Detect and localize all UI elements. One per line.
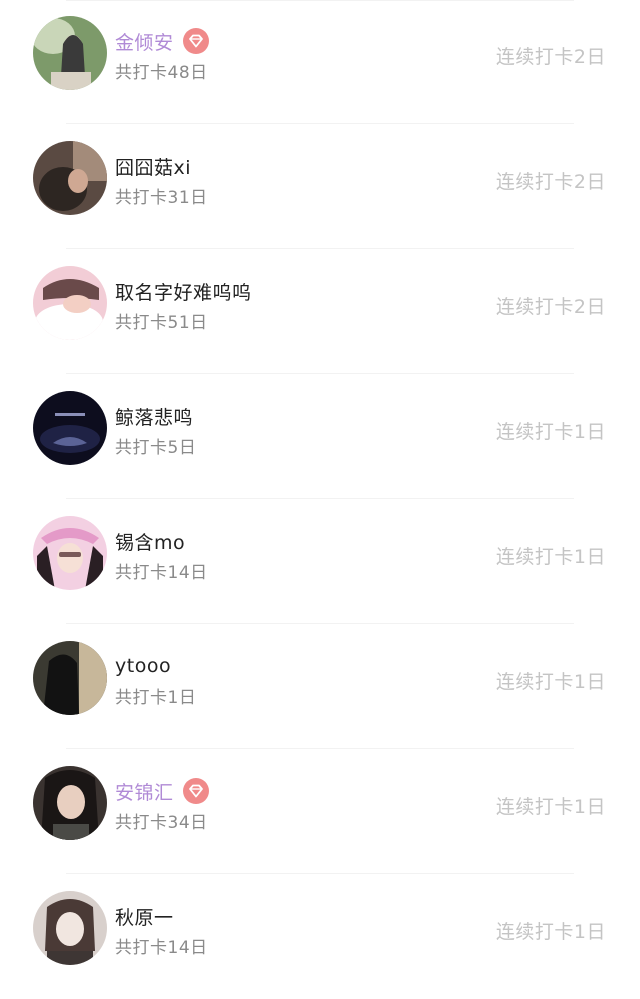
streak-label: 连续打卡2日 xyxy=(495,296,606,318)
avatar[interactable] xyxy=(33,891,107,965)
list-item[interactable]: 秋原一 共打卡14日 连续打卡1日 xyxy=(0,875,640,999)
total-checkin: 共打卡34日 xyxy=(115,813,208,833)
row-divider xyxy=(66,498,574,499)
user-name[interactable]: ytooo xyxy=(115,655,171,677)
list-item[interactable]: 锡含mo 共打卡14日 连续打卡1日 xyxy=(0,500,640,624)
user-name[interactable]: 取名字好难呜呜 xyxy=(115,278,252,305)
diamond-icon xyxy=(182,777,210,805)
avatar-face xyxy=(56,912,84,946)
avatar[interactable] xyxy=(33,391,107,465)
list-item[interactable]: 囧囧菇xi 共打卡31日 连续打卡2日 xyxy=(0,125,640,249)
checkin-list: 金倾安 共打卡48日 连续打卡2日 囧囧菇xi 共打卡31日 连续打卡2日 取名… xyxy=(0,0,640,981)
total-checkin: 共打卡14日 xyxy=(115,563,208,583)
user-name[interactable]: 锡含mo xyxy=(115,528,185,555)
list-item[interactable]: 取名字好难呜呜 共打卡51日 连续打卡2日 xyxy=(0,250,640,374)
row-divider xyxy=(66,248,574,249)
avatar[interactable] xyxy=(33,516,107,590)
streak-label: 连续打卡2日 xyxy=(495,46,606,68)
list-item[interactable]: 金倾安 共打卡48日 连续打卡2日 xyxy=(0,0,640,124)
user-name[interactable]: 鲸落悲鸣 xyxy=(115,403,193,430)
list-item[interactable]: 安锦汇 共打卡34日 连续打卡1日 xyxy=(0,750,640,874)
user-name[interactable]: 囧囧菇xi xyxy=(115,153,191,180)
streak-label: 连续打卡2日 xyxy=(495,171,606,193)
avatar[interactable] xyxy=(33,16,107,90)
row-divider xyxy=(66,873,574,874)
avatar-text-mark xyxy=(55,413,85,416)
avatar[interactable] xyxy=(33,641,107,715)
avatar[interactable] xyxy=(33,141,107,215)
avatar[interactable] xyxy=(33,266,107,340)
streak-label: 连续打卡1日 xyxy=(495,796,606,818)
avatar-face xyxy=(57,785,85,819)
row-divider xyxy=(66,623,574,624)
streak-label: 连续打卡1日 xyxy=(495,671,606,693)
user-name[interactable]: 秋原一 xyxy=(115,903,174,930)
avatar-window xyxy=(79,641,107,715)
row-divider xyxy=(66,373,574,374)
total-checkin: 共打卡14日 xyxy=(115,938,208,958)
user-name[interactable]: 安锦汇 xyxy=(115,778,174,805)
streak-label: 连续打卡1日 xyxy=(495,921,606,943)
total-checkin: 共打卡1日 xyxy=(115,688,197,708)
total-checkin: 共打卡51日 xyxy=(115,313,208,333)
streak-label: 连续打卡1日 xyxy=(495,421,606,443)
diamond-icon xyxy=(182,27,210,55)
total-checkin: 共打卡31日 xyxy=(115,188,208,208)
row-divider xyxy=(66,748,574,749)
total-checkin: 共打卡48日 xyxy=(115,63,208,83)
list-item[interactable]: ytooo 共打卡1日 连续打卡1日 xyxy=(0,625,640,749)
row-divider xyxy=(66,123,574,124)
user-name[interactable]: 金倾安 xyxy=(115,28,174,55)
avatar[interactable] xyxy=(33,766,107,840)
streak-label: 连续打卡1日 xyxy=(495,546,606,568)
total-checkin: 共打卡5日 xyxy=(115,438,197,458)
list-item[interactable]: 鲸落悲鸣 共打卡5日 连续打卡1日 xyxy=(0,375,640,499)
